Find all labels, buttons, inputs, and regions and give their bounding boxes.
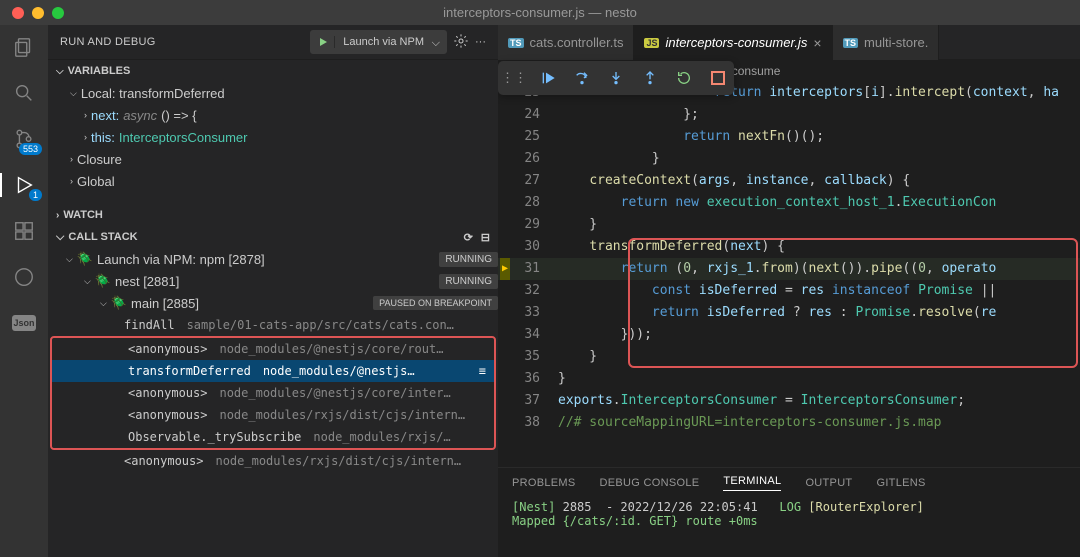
- panel-tabs: PROBLEMS DEBUG CONSOLE TERMINAL OUTPUT GITLE…: [498, 468, 1080, 498]
- code-line[interactable]: 31 return (0, rxjs_1.from)(next()).pipe(…: [498, 258, 1080, 280]
- titlebar: interceptors-consumer.js — nesto: [0, 0, 1080, 25]
- stack-frame[interactable]: <anonymous>node_modules/rxjs/dist/cjs/in…: [48, 450, 498, 472]
- stack-frame[interactable]: findAllsample/01-cats-app/src/cats/cats.…: [48, 314, 498, 336]
- code-line[interactable]: 25 return nextFn()();: [498, 126, 1080, 148]
- code-line[interactable]: 29 }: [498, 214, 1080, 236]
- explorer-icon[interactable]: [12, 35, 36, 59]
- close-window-icon[interactable]: [12, 7, 24, 19]
- extensions-icon[interactable]: [12, 219, 36, 243]
- window-title: interceptors-consumer.js — nesto: [443, 5, 637, 20]
- close-icon[interactable]: ×: [813, 35, 821, 51]
- editor-area: TScats.controller.ts JSinterceptors-cons…: [498, 25, 1080, 557]
- thread-row[interactable]: ⌵🪲main [2885]PAUSED ON BREAKPOINT: [48, 292, 498, 314]
- minimize-window-icon[interactable]: [32, 7, 44, 19]
- code-line[interactable]: 34 }));: [498, 324, 1080, 346]
- editor-tabs: TScats.controller.ts JSinterceptors-cons…: [498, 25, 1080, 60]
- stack-frame-selected[interactable]: transformDeferrednode_modules/@nestjs…: [52, 360, 494, 382]
- code-editor[interactable]: 23 return interceptors[i].intercept(cont…: [498, 82, 1080, 467]
- terminal-output[interactable]: [Nest] 2885 - 2022/12/26 22:05:41 LOG [R…: [498, 498, 1080, 557]
- code-line[interactable]: 28 return new execution_context_host_1.E…: [498, 192, 1080, 214]
- step-into-icon[interactable]: [606, 68, 626, 88]
- scope-closure[interactable]: › Closure: [48, 148, 498, 170]
- variables-header[interactable]: ⌵VARIABLES: [48, 60, 498, 82]
- drag-grip-icon[interactable]: ⋮⋮: [504, 68, 524, 88]
- maximize-window-icon[interactable]: [52, 7, 64, 19]
- json-extension-icon[interactable]: Json: [12, 311, 36, 335]
- code-line[interactable]: 33 return isDeferred ? res : Promise.res…: [498, 302, 1080, 324]
- stack-frame[interactable]: Observable._trySubscribenode_modules/rxj…: [52, 426, 494, 448]
- tab-multi-store[interactable]: TSmulti-store.: [833, 25, 940, 60]
- tab-cats-controller[interactable]: TScats.controller.ts: [498, 25, 634, 60]
- stop-icon[interactable]: [708, 68, 728, 88]
- code-line[interactable]: 36}: [498, 368, 1080, 390]
- debug-badge: 1: [29, 189, 42, 201]
- code-line[interactable]: 30 transformDeferred(next) {: [498, 236, 1080, 258]
- panel-tab-gitlens[interactable]: GITLENS: [876, 477, 925, 489]
- code-line[interactable]: 27 createContext(args, instance, callbac…: [498, 170, 1080, 192]
- callstack-header[interactable]: ⌵CALL STACK ⟳⊟: [48, 226, 498, 248]
- code-line[interactable]: 26 }: [498, 148, 1080, 170]
- stack-frame[interactable]: <anonymous>node_modules/rxjs/dist/cjs/in…: [52, 404, 494, 426]
- code-line[interactable]: 38//# sourceMappingURL=interceptors-cons…: [498, 412, 1080, 434]
- watch-header[interactable]: ›WATCH: [48, 204, 498, 226]
- launch-config-select[interactable]: Launch via NPM: [310, 30, 447, 54]
- code-line[interactable]: 35 }: [498, 346, 1080, 368]
- step-over-icon[interactable]: [572, 68, 592, 88]
- stack-frame[interactable]: <anonymous>node_modules/@nestjs/core/rou…: [52, 338, 494, 360]
- scope-global[interactable]: › Global: [48, 170, 498, 192]
- code-line[interactable]: 24 };: [498, 104, 1080, 126]
- thread-row[interactable]: ⌵🪲nest [2881]RUNNING: [48, 270, 498, 292]
- code-line[interactable]: 37exports.InterceptorsConsumer = Interce…: [498, 390, 1080, 412]
- code-line[interactable]: 32 const isDeferred = res instanceof Pro…: [498, 280, 1080, 302]
- restart-icon[interactable]: [674, 68, 694, 88]
- search-icon[interactable]: [12, 81, 36, 105]
- source-control-icon[interactable]: 553: [12, 127, 36, 151]
- run-debug-icon[interactable]: 1: [12, 173, 36, 197]
- tab-interceptors-consumer[interactable]: JSinterceptors-consumer.js×: [634, 25, 832, 60]
- sidebar-title: RUN AND DEBUG: [60, 36, 156, 48]
- gear-icon[interactable]: [453, 33, 469, 52]
- remote-icon[interactable]: [12, 265, 36, 289]
- panel-tab-output[interactable]: OUTPUT: [805, 477, 852, 489]
- start-debug-icon[interactable]: [311, 36, 335, 48]
- more-icon[interactable]: ···: [475, 36, 486, 48]
- activity-bar: 553 1 Json: [0, 25, 48, 557]
- panel-tab-debug-console[interactable]: DEBUG CONSOLE: [600, 477, 700, 489]
- collapse-icon[interactable]: ⊟: [481, 231, 490, 244]
- thread-row[interactable]: ⌵🪲Launch via NPM: npm [2878]RUNNING: [48, 248, 498, 270]
- history-icon[interactable]: ⟳: [464, 231, 473, 244]
- panel-tab-terminal[interactable]: TERMINAL: [723, 475, 781, 491]
- scope-local[interactable]: ⌵Local: transformDeferred: [48, 82, 498, 104]
- panel-tab-problems[interactable]: PROBLEMS: [512, 477, 576, 489]
- continue-icon[interactable]: [538, 68, 558, 88]
- variable-next[interactable]: › next: async () => {: [48, 104, 498, 126]
- variable-this[interactable]: › this: InterceptorsConsumer: [48, 126, 498, 148]
- source-badge: 553: [19, 143, 42, 155]
- debug-toolbar[interactable]: ⋮⋮: [498, 61, 734, 95]
- debug-sidebar: RUN AND DEBUG Launch via NPM ··· ⌵VARIAB…: [48, 25, 498, 557]
- stack-frame[interactable]: <anonymous>node_modules/@nestjs/core/int…: [52, 382, 494, 404]
- terminal-panel: PROBLEMS DEBUG CONSOLE TERMINAL OUTPUT GITLE…: [498, 467, 1080, 557]
- callstack-highlight-box: <anonymous>node_modules/@nestjs/core/rou…: [50, 336, 496, 450]
- step-out-icon[interactable]: [640, 68, 660, 88]
